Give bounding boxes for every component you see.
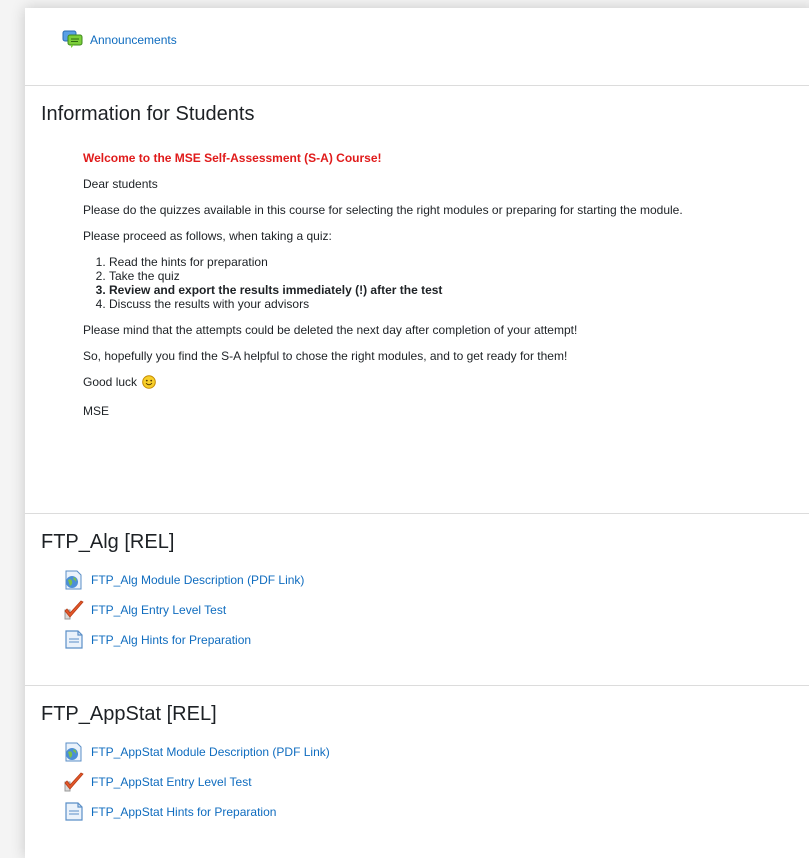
activity-link[interactable]: FTP_Alg Hints for Preparation: [91, 633, 251, 647]
url-globe-icon: [63, 570, 85, 590]
announcements-link[interactable]: Announcements: [90, 33, 177, 47]
paragraph: So, hopefully you find the S-A helpful t…: [83, 349, 568, 363]
quiz-checkmark-icon: [63, 600, 85, 620]
appstat-section: FTP_AppStat [REL] FTP_AppStat Module Des…: [25, 686, 809, 846]
page-icon: [63, 630, 85, 650]
good-luck-line: Good luck: [83, 375, 799, 392]
welcome-heading: Welcome to the MSE Self-Assessment (S-A)…: [83, 151, 382, 165]
section-title: FTP_Alg [REL]: [41, 531, 175, 553]
paragraph: Dear students: [83, 177, 158, 191]
announcements-section: Announcements: [25, 8, 809, 86]
info-section: Information for Students Welcome to the …: [25, 86, 809, 514]
paragraph: Please mind that the attempts could be d…: [83, 323, 578, 337]
smiley-icon: [142, 375, 157, 392]
course-page: Announcements Information for Students W…: [25, 8, 809, 858]
activity-link[interactable]: FTP_Alg Module Description (PDF Link): [91, 573, 304, 587]
activity-link[interactable]: FTP_AppStat Hints for Preparation: [91, 805, 276, 819]
activity-link[interactable]: FTP_AppStat Module Description (PDF Link…: [91, 745, 330, 759]
quiz-activity[interactable]: FTP_AppStat Entry Level Test: [63, 771, 799, 793]
section-summary: Welcome to the MSE Self-Assessment (S-A)…: [41, 126, 799, 418]
url-globe-icon: [63, 742, 85, 762]
activity-list: FTP_AppStat Module Description (PDF Link…: [41, 726, 799, 823]
paragraph: Please proceed as follows, when taking a…: [83, 229, 332, 243]
paragraph: MSE: [83, 404, 110, 418]
list-item: Review and export the results immediatel…: [109, 283, 799, 297]
section-title: Information for Students: [41, 103, 255, 125]
steps-list: Read the hints for preparation Take the …: [83, 255, 799, 311]
alg-section: FTP_Alg [REL] FTP_Alg Module Description…: [25, 514, 809, 686]
announcements-activity[interactable]: Announcements: [62, 8, 809, 50]
paragraph: Good luck: [83, 375, 138, 389]
list-item: Read the hints for preparation: [109, 255, 799, 269]
page-activity[interactable]: FTP_Alg Hints for Preparation: [63, 629, 799, 651]
list-item: Discuss the results with your advisors: [109, 297, 799, 311]
quiz-checkmark-icon: [63, 772, 85, 792]
activity-link[interactable]: FTP_Alg Entry Level Test: [91, 603, 226, 617]
activity-list: FTP_Alg Module Description (PDF Link) FT…: [41, 554, 799, 651]
activity-link[interactable]: FTP_AppStat Entry Level Test: [91, 775, 252, 789]
list-item: Take the quiz: [109, 269, 799, 283]
section-title: FTP_AppStat [REL]: [41, 703, 217, 725]
forum-icon: [62, 30, 84, 50]
quiz-activity[interactable]: FTP_Alg Entry Level Test: [63, 599, 799, 621]
module-description-activity[interactable]: FTP_Alg Module Description (PDF Link): [63, 569, 799, 591]
page-icon: [63, 802, 85, 822]
module-description-activity[interactable]: FTP_AppStat Module Description (PDF Link…: [63, 741, 799, 763]
page-activity[interactable]: FTP_AppStat Hints for Preparation: [63, 801, 799, 823]
paragraph: Please do the quizzes available in this …: [83, 203, 683, 217]
